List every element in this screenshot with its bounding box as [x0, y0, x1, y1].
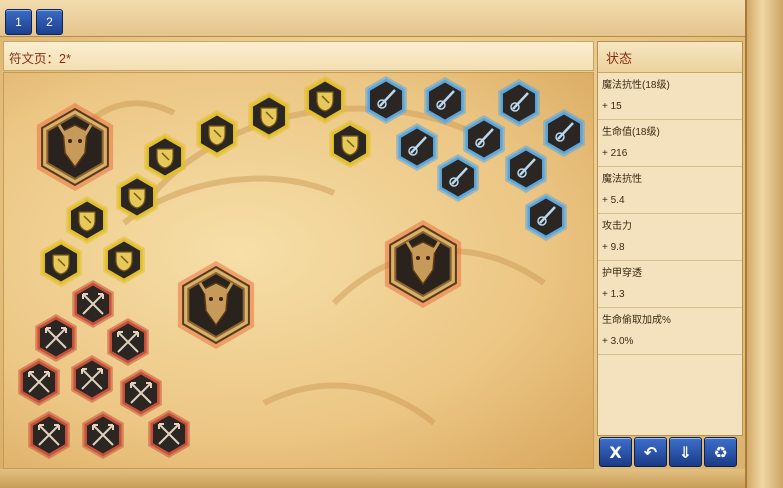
- mark-rune-slot[interactable]: [18, 358, 60, 406]
- mark-rune-slot[interactable]: [82, 411, 124, 459]
- shield-icon: [78, 211, 96, 232]
- stat-entry: 魔法抗性(18级) + 15: [598, 73, 742, 120]
- save-icon: ⇓: [678, 442, 693, 462]
- stat-name: 魔法抗性(18级): [602, 80, 670, 91]
- stat-entry: 生命值(18级) + 216: [598, 120, 742, 167]
- seal-rune-slot[interactable]: [248, 92, 290, 140]
- save-page-button[interactable]: ⇓: [669, 437, 702, 467]
- seal-rune-slot[interactable]: [40, 239, 82, 287]
- rune-page-header: 符文页：2*: [3, 41, 594, 71]
- mark-rune-slot[interactable]: [71, 355, 113, 403]
- rune-board: [3, 72, 594, 469]
- shield-icon: [115, 251, 133, 272]
- page-tab-bar: 1 2: [0, 0, 745, 37]
- shield-icon: [208, 125, 226, 146]
- mark-rune-slot[interactable]: [120, 369, 162, 417]
- glyph-rune-slot[interactable]: [396, 123, 438, 171]
- seal-rune-slot[interactable]: [116, 173, 158, 221]
- stat-name: 生命值(18级): [602, 127, 660, 138]
- stat-value: + 3.0%: [602, 336, 634, 347]
- clear-icon: X: [609, 442, 622, 462]
- seal-rune-slot[interactable]: [103, 236, 145, 284]
- stat-entry: 魔法抗性 + 5.4: [598, 167, 742, 214]
- shield-icon: [341, 135, 359, 156]
- rune-page-window: 1 2 符文页：2* 状态 魔法抗性(18级) + 15 生命值(18级) + …: [0, 0, 783, 488]
- stat-entry: 攻击力 + 9.8: [598, 214, 742, 261]
- rune-layer: [18, 76, 585, 459]
- seal-rune-slot[interactable]: [329, 120, 371, 168]
- glyph-rune-slot[interactable]: [543, 109, 585, 157]
- stat-value: + 9.8: [602, 242, 625, 253]
- mark-rune-slot[interactable]: [107, 318, 149, 366]
- mark-rune-slot[interactable]: [72, 280, 114, 328]
- glyph-rune-slot[interactable]: [525, 193, 567, 241]
- stat-value: + 5.4: [602, 195, 625, 206]
- seal-rune-slot[interactable]: [144, 133, 186, 181]
- seal-rune-slot[interactable]: [66, 196, 108, 244]
- stat-value: + 216: [602, 148, 628, 159]
- stat-name: 攻击力: [602, 221, 632, 232]
- quintessence-rune-slot[interactable]: [384, 220, 462, 308]
- mark-rune-slot[interactable]: [148, 410, 190, 458]
- glyph-rune-slot[interactable]: [365, 76, 407, 124]
- undo-button[interactable]: ↶: [634, 437, 667, 467]
- stat-value: + 1.3: [602, 289, 625, 300]
- shield-icon: [316, 91, 334, 112]
- window-frame-edge: [745, 0, 783, 488]
- stat-entry: 生命偷取加成% + 3.0%: [598, 308, 742, 355]
- quintessence-rune-slot[interactable]: [177, 261, 255, 349]
- stat-name: 护甲穿透: [602, 268, 642, 279]
- clear-runes-button[interactable]: X: [599, 437, 632, 467]
- stat-value: + 15: [602, 101, 622, 112]
- mark-rune-slot[interactable]: [35, 314, 77, 362]
- recycle-icon: ♻: [713, 442, 728, 462]
- undo-icon: ↶: [643, 442, 658, 462]
- quintessence-rune-slot[interactable]: [36, 103, 114, 191]
- mark-rune-slot[interactable]: [28, 411, 70, 459]
- window-bottom-border: [0, 469, 745, 488]
- glyph-rune-slot[interactable]: [498, 79, 540, 127]
- stat-entry: 护甲穿透 + 1.3: [598, 261, 742, 308]
- recycle-button[interactable]: ♻: [704, 437, 737, 467]
- shield-icon: [260, 107, 278, 128]
- rune-page-title: 符文页：2*: [9, 52, 71, 66]
- glyph-rune-slot[interactable]: [437, 154, 479, 202]
- tab-page-2[interactable]: 2: [36, 9, 63, 35]
- glyph-rune-slot[interactable]: [463, 115, 505, 163]
- shield-icon: [128, 188, 146, 209]
- shield-icon: [52, 254, 70, 275]
- seal-rune-slot[interactable]: [304, 76, 346, 124]
- seal-rune-slot[interactable]: [196, 110, 238, 158]
- stats-panel: 状态 魔法抗性(18级) + 15 生命值(18级) + 216 魔法抗性 + …: [597, 41, 743, 436]
- tab-page-1[interactable]: 1: [5, 9, 32, 35]
- glyph-rune-slot[interactable]: [505, 145, 547, 193]
- stats-title-bar: 状态: [598, 42, 742, 73]
- shield-icon: [156, 148, 174, 169]
- stat-name: 魔法抗性: [602, 174, 642, 185]
- glyph-rune-slot[interactable]: [424, 77, 466, 125]
- stat-name: 生命偷取加成%: [602, 315, 671, 326]
- stats-title: 状态: [606, 51, 633, 66]
